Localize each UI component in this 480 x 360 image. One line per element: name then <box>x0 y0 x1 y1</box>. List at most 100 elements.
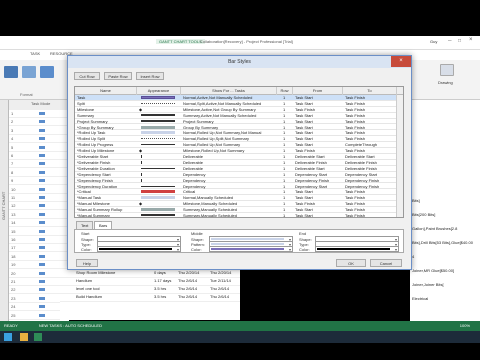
style-appearance <box>137 113 181 118</box>
task-mode-icon <box>39 238 45 241</box>
gridlines-icon[interactable] <box>22 66 36 78</box>
layout-icon[interactable] <box>40 66 54 78</box>
style-from: Task Finish <box>295 201 316 207</box>
style-from: Deliverable Start <box>295 165 325 171</box>
paste-row-button[interactable]: Paste Row <box>104 72 132 80</box>
style-show-for: Normal,Manually Scheduled <box>183 195 234 201</box>
style-row: 1 <box>283 189 286 195</box>
grid-row[interactable]: 4 <box>9 135 69 144</box>
style-name: *Rolled Up Progress <box>77 142 114 148</box>
style-to: Dependency Finish <box>345 183 380 189</box>
style-show-for: Project Summary <box>183 118 214 124</box>
grid-row[interactable]: 10 <box>9 186 69 194</box>
task-finish: Thu 2/6/14 <box>210 294 230 299</box>
style-to: Task Finish <box>345 112 366 118</box>
bottom-task-rows: Shop Room Milestone 0 days Thu 2/20/14 Thu … <box>60 270 240 320</box>
style-from: Task Start <box>295 213 313 218</box>
grid-row[interactable]: 15 <box>9 228 69 236</box>
grid-row[interactable]: 8 <box>9 169 69 177</box>
user-name[interactable]: Guy <box>430 39 437 44</box>
end-label: End <box>299 231 307 236</box>
grid-row[interactable]: 19 <box>9 261 69 270</box>
style-show-for: Milestone,Rolled Up,Not Summary <box>183 148 245 154</box>
style-appearance <box>137 213 181 217</box>
grid-row[interactable]: 7 <box>9 160 69 169</box>
ok-button[interactable]: OK <box>336 259 366 267</box>
style-row: 1 <box>283 95 286 100</box>
grid-row[interactable]: 13 <box>9 211 69 219</box>
project-icon[interactable] <box>34 333 42 341</box>
gantt-side-label: GANTT CHART <box>0 100 9 321</box>
task-mode-icon <box>39 280 45 283</box>
grid-row[interactable]: 18 <box>9 253 69 261</box>
grid-row[interactable]: 12 <box>9 202 69 211</box>
row-number: 2 <box>11 119 14 125</box>
task-mode-header[interactable]: Task Mode <box>31 101 50 106</box>
grid-row[interactable]: 1 <box>9 110 69 118</box>
grid-row[interactable]: 6 <box>9 152 69 160</box>
table-row[interactable]: Handlum 1.17 days Thu 2/6/14 Tue 2/11/14 <box>60 278 240 286</box>
style-show-for: Deliverable <box>183 159 204 165</box>
grid-row[interactable]: 14 <box>9 219 69 228</box>
status-task-mode[interactable]: NEW TASKS : AUTO SCHEDULED <box>39 323 102 328</box>
windows-icon[interactable] <box>4 333 12 341</box>
style-show-for: Deliverable <box>183 154 204 159</box>
cancel-button[interactable]: Cancel <box>370 259 402 267</box>
tab-text[interactable]: Text <box>76 221 94 229</box>
table-scrollbar[interactable] <box>396 95 403 217</box>
table-header: Name Appearance Show For ... Tasks Row F… <box>75 87 403 95</box>
grid-row[interactable]: 2 <box>9 118 69 127</box>
start-color-select[interactable]: ▾ <box>97 246 181 252</box>
zoom-level[interactable]: 100% <box>460 321 470 331</box>
task-mode-icon <box>39 179 45 183</box>
grid-row[interactable]: 5 <box>9 144 69 152</box>
style-appearance <box>137 166 181 171</box>
style-name: *Rolled Up Task <box>77 130 106 136</box>
task-name: Shop Room Milestone <box>76 270 116 275</box>
table-row[interactable]: Build Handlum 3.5 hrs Thu 2/6/14 Thu 2/6/14 <box>60 294 240 302</box>
window-title: Collaboration[Recovery] - Project Profes… <box>200 39 293 44</box>
maximize-button[interactable]: □ <box>458 38 461 44</box>
task-duration: 3.5 hrs <box>154 286 167 291</box>
table-row[interactable]: Shop Room Milestone 0 days Thu 2/20/14 Thu … <box>60 270 240 278</box>
tab-task[interactable]: TASK <box>30 51 40 56</box>
grid-row[interactable]: 16 <box>9 236 69 244</box>
bars-panel: Start Middle End Shape: ▾ Type: ▾ Color:… <box>74 229 404 253</box>
explorer-icon[interactable] <box>20 333 28 341</box>
task-start: Thu 2/6/14 <box>178 286 198 291</box>
help-button[interactable]: Help <box>76 259 98 267</box>
table-row[interactable]: *Manual Summary Summary,Manually Schedule… <box>75 213 397 218</box>
grid-row[interactable]: 3 <box>9 127 69 135</box>
col-show-for: Show For ... Tasks <box>181 87 277 95</box>
middle-label: Middle <box>191 231 203 236</box>
row-number: 4 <box>11 136 14 142</box>
style-name: *Rolled Up Milestone <box>77 148 115 154</box>
tab-bars[interactable]: Bars <box>94 221 113 229</box>
gantt-resource-label: Bits[200 Bits] <box>412 212 436 217</box>
grid-row[interactable]: 9 <box>9 177 69 186</box>
text-styles-icon[interactable] <box>4 66 18 78</box>
end-color-select[interactable]: ▾ <box>315 246 399 252</box>
dialog-close-button[interactable]: × <box>391 56 411 67</box>
drawing-label: Drawing <box>438 80 453 85</box>
insert-row-button[interactable]: Insert Row <box>136 72 164 80</box>
grid-row[interactable]: 17 <box>9 244 69 253</box>
row-number: 1 <box>11 111 14 116</box>
style-show-for: Normal,Rolled Up,Split,Not Summary <box>183 136 250 142</box>
style-name: *Dependency Finish <box>77 177 113 183</box>
close-button[interactable]: × <box>469 37 473 43</box>
grid-row[interactable]: 11 <box>9 194 69 202</box>
table-row[interactable]: level one tool 3.5 hrs Thu 2/6/14 Thu 2/6/1… <box>60 286 240 294</box>
style-show-for: Summary,Manually Scheduled <box>183 207 237 213</box>
style-name: Task <box>77 95 86 100</box>
style-show-for: Milestone,Manually Scheduled <box>183 201 238 207</box>
title-bar: GANTT CHART TOOLS Collaboration[Recovery… <box>0 36 480 50</box>
minimize-button[interactable]: ─ <box>448 38 452 44</box>
style-to: CompleteThrough <box>345 142 378 148</box>
style-name: *Dependency Start <box>77 171 111 177</box>
style-row: 1 <box>283 124 286 130</box>
middle-color-select[interactable]: ▾ <box>209 246 293 252</box>
drawing-icon[interactable] <box>440 64 454 76</box>
cut-row-button[interactable]: Cut Row <box>74 72 100 80</box>
style-show-for: Summary,Manually Scheduled <box>183 213 237 218</box>
